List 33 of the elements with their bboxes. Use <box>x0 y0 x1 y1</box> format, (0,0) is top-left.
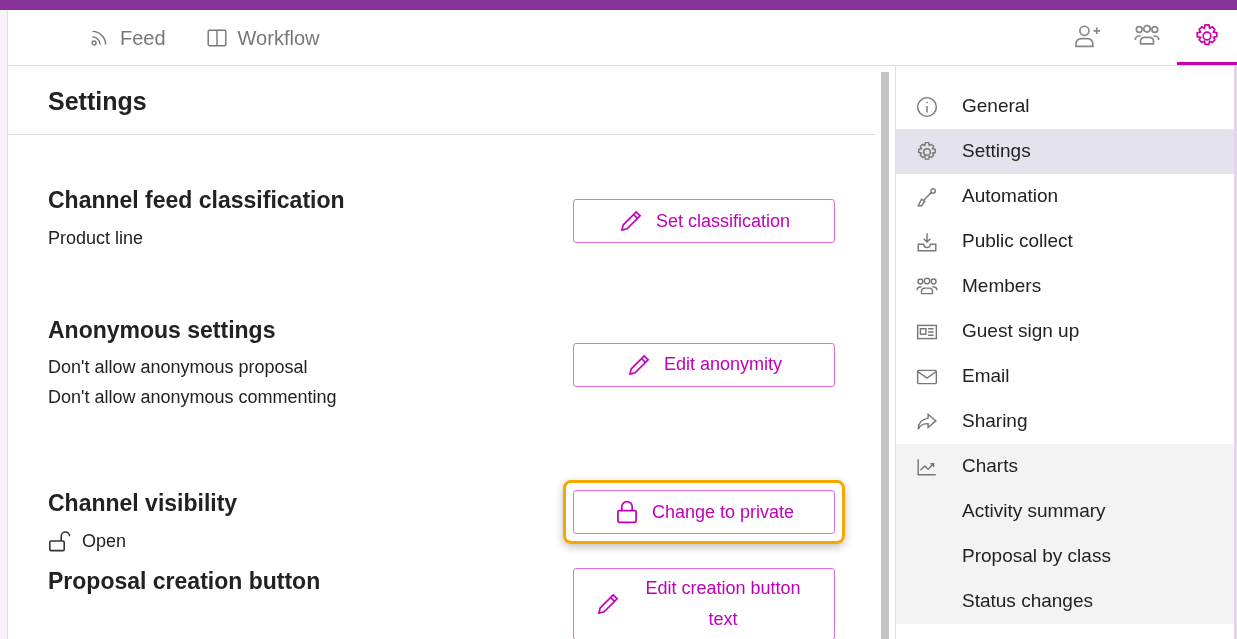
sidebar-subitem[interactable]: Status changes <box>896 579 1234 624</box>
info-icon <box>916 95 938 118</box>
inbox-download-icon <box>916 230 938 253</box>
setting-value: Open <box>82 529 127 553</box>
sidebar-item[interactable]: Sharing <box>896 399 1234 444</box>
unlock-icon <box>48 529 72 554</box>
setting-value: Don't allow anonymous proposal <box>48 356 308 380</box>
sidebar-item[interactable]: Automation <box>896 174 1234 219</box>
scrollbar-thumb[interactable] <box>881 72 889 639</box>
outline-button[interactable]: Edit creation button text <box>573 567 835 639</box>
section-title: Channel visibility <box>48 490 238 518</box>
setting-value: Product line <box>48 226 144 250</box>
sidebar-item[interactable]: General <box>896 84 1234 129</box>
nav-tab[interactable]: Workflow <box>185 10 340 65</box>
nav-tab[interactable]: Feed <box>68 10 186 65</box>
outline-button[interactable]: Change to private <box>573 490 835 535</box>
sidebar-item[interactable]: Members <box>896 264 1234 309</box>
sidebar-subitem[interactable]: Activity summary <box>896 489 1234 534</box>
sidebar-item[interactable]: Public collect <box>896 219 1234 264</box>
outline-button[interactable]: Edit anonymity <box>573 342 835 387</box>
section-title: Proposal creation button <box>48 567 321 596</box>
shovel-icon <box>916 185 938 208</box>
page-title: Settings <box>8 66 875 135</box>
setting-value: Don't allow anonymous commenting <box>48 386 337 410</box>
section-title: Anonymous settings <box>48 316 277 345</box>
sidebar-item[interactable]: Email <box>896 354 1234 399</box>
section-title: Channel feed classification <box>48 187 345 215</box>
add-person-icon <box>1074 23 1100 49</box>
sidebar-item[interactable]: Settings <box>896 129 1234 174</box>
settings-icon <box>916 140 938 163</box>
sidebar-item[interactable]: Guest sign up <box>896 309 1234 354</box>
outline-button[interactable]: Set classification <box>573 199 835 243</box>
sidebar-subitem[interactable]: Proposal by class <box>896 534 1234 579</box>
